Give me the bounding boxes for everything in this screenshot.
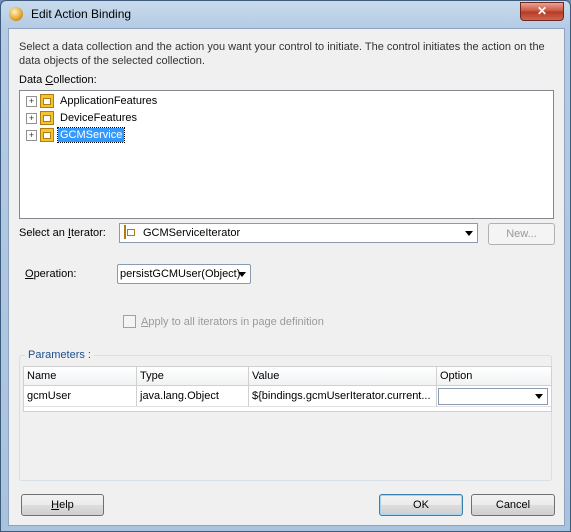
expand-icon[interactable]: + — [26, 112, 37, 124]
parameters-title: Parameters : — [25, 349, 94, 361]
data-control-icon — [40, 94, 54, 108]
help-button[interactable]: Help — [21, 494, 104, 516]
param-type-cell[interactable]: java.lang.Object — [137, 386, 249, 407]
iterator-value: GCMServiceIterator — [143, 227, 241, 239]
iterator-icon — [124, 225, 126, 239]
cancel-button[interactable]: Cancel — [471, 494, 555, 516]
operation-select[interactable]: persistGCMUser(Object) — [117, 264, 251, 284]
operation-value: persistGCMUser(Object) — [120, 268, 241, 280]
chevron-down-icon — [535, 394, 543, 399]
operation-label: Operation: — [25, 268, 77, 280]
tree-item-label[interactable]: DeviceFeatures — [58, 111, 139, 125]
data-collection-label: Data Collection: — [19, 74, 97, 86]
apply-all-label: Apply to all iterators in page definitio… — [141, 315, 324, 328]
param-name-cell[interactable]: gcmUser — [24, 386, 137, 407]
param-option-cell — [437, 386, 551, 407]
expand-icon[interactable]: + — [26, 95, 37, 107]
close-button[interactable]: ✕ — [520, 2, 564, 21]
column-header-value[interactable]: Value — [249, 367, 437, 386]
option-select[interactable] — [438, 388, 548, 405]
tree-item-application-features[interactable]: + ApplicationFeatures — [26, 93, 159, 109]
tree-item-device-features[interactable]: + DeviceFeatures — [26, 110, 139, 126]
tree-item-gcm-service[interactable]: + GCMService — [26, 127, 126, 143]
data-control-icon — [40, 111, 54, 125]
dialog-content: Select a data collection and the action … — [8, 28, 565, 526]
tree-item-label[interactable]: ApplicationFeatures — [58, 94, 159, 108]
iterator-select[interactable]: GCMServiceIterator — [119, 223, 478, 243]
param-value-cell[interactable]: ${bindings.gcmUserIterator.current... — [249, 386, 437, 407]
data-collection-tree[interactable]: + ApplicationFeatures + DeviceFeatures +… — [19, 90, 554, 219]
new-iterator-button[interactable]: New... — [488, 223, 555, 245]
chevron-down-icon — [465, 231, 473, 236]
tree-item-label-selected[interactable]: GCMService — [56, 127, 126, 143]
column-header-type[interactable]: Type — [137, 367, 249, 386]
dialog-window: Edit Action Binding ✕ Select a data coll… — [0, 0, 571, 532]
title-bar[interactable]: Edit Action Binding ✕ — [1, 1, 570, 27]
dialog-title: Edit Action Binding — [31, 7, 132, 21]
column-header-name[interactable]: Name — [24, 367, 137, 386]
ok-button[interactable]: OK — [379, 494, 463, 516]
apply-all-option[interactable]: Apply to all iterators in page definitio… — [123, 315, 324, 328]
app-icon — [9, 7, 23, 21]
parameters-table: Name Type Value Option gcmUser java.lang… — [23, 366, 552, 412]
chevron-down-icon — [238, 272, 246, 277]
expand-icon[interactable]: + — [26, 129, 37, 141]
column-header-option[interactable]: Option — [437, 367, 551, 386]
iterator-label: Select an Iterator: — [19, 227, 106, 239]
apply-all-checkbox[interactable] — [123, 315, 136, 328]
instructions-text: Select a data collection and the action … — [19, 41, 545, 67]
data-control-icon — [40, 128, 54, 142]
